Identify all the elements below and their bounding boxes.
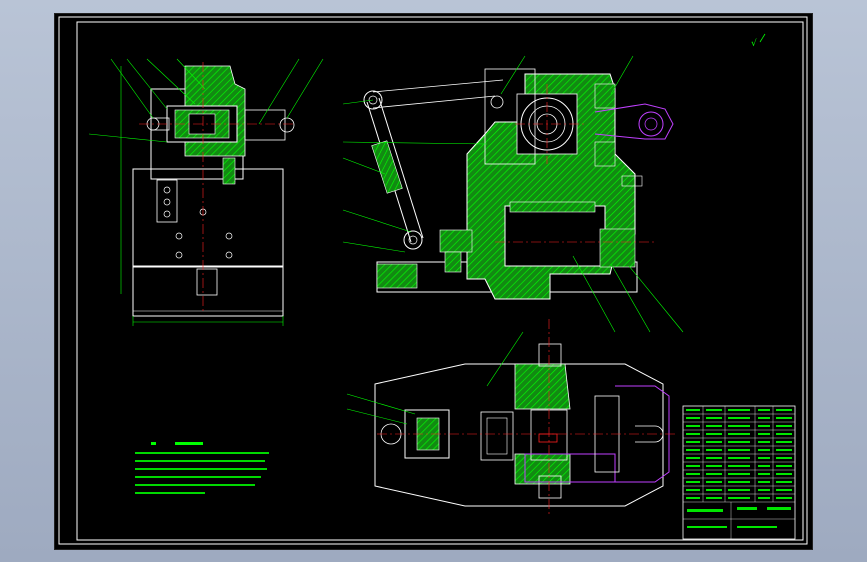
title-block [682,405,796,540]
side-view [88,58,324,326]
technical-notes [135,442,269,494]
outer-frame [58,16,808,545]
svg-text:√: √ [751,38,757,49]
cad-viewport[interactable]: √ [55,14,812,549]
cad-drawing: √ [58,16,808,545]
top-view [346,319,675,514]
front-view [342,55,684,333]
roughness-symbol: √ [751,33,766,49]
